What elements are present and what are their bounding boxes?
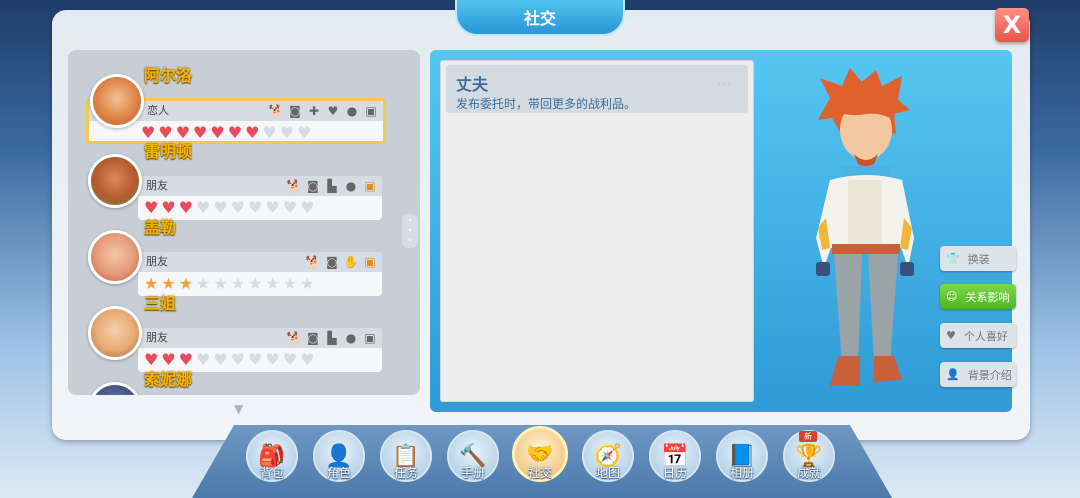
relation-label: 朋友 [146, 331, 168, 344]
nav-label: 日历 [662, 466, 687, 480]
panel-divider-handle[interactable]: · · · [402, 214, 418, 248]
heart-icon: ♥ [327, 104, 339, 118]
relationship-detail-panel: 丈夫 发布委托时，带回更多的战利品。 ··· [430, 50, 1012, 412]
nav-label: 手册 [460, 466, 485, 480]
friend-name: 盖勒 [144, 218, 177, 237]
nav-label: 地图 [595, 466, 620, 480]
smile-icon: ☺ [946, 290, 958, 303]
gift-icon: ▣ [365, 104, 377, 118]
dog-icon: 🐕 [305, 255, 321, 269]
relationship-header: 丈夫 发布委托时，带回更多的战利品。 ··· [446, 65, 748, 113]
friend-item-arlo[interactable]: 恋人 🐕 ◙ ✚ ♥ ● ▣ ♥ ♥ ♥ ♥ ♥ ♥ ♥ ♥ ♥ ♥ 阿尔洛 [68, 60, 420, 144]
friend-item-sanjie[interactable]: 朋友 🐕 ◙ ▙ ● ▣ ♥ ♥ ♥ ♥ ♥ ♥ ♥ ♥ ♥ ♥ 三姐 [68, 288, 420, 372]
relationship-card: 丈夫 发布委托时，带回更多的战利品。 ··· [440, 60, 754, 402]
friend-item-remington[interactable]: 朋友 🐕 ◙ ▙ ● ▣ ♥ ♥ ♥ ♥ ♥ ♥ ♥ ♥ ♥ ♥ 雷明顿 [68, 136, 420, 220]
camera-icon: ◙ [289, 104, 301, 118]
gift-icon: ▣ [364, 179, 376, 193]
preference-icons: 🐕 ◙ ✋ ▣ [305, 254, 378, 270]
friend-name: 阿尔洛 [144, 66, 193, 85]
gift-icon: ▣ [364, 331, 376, 345]
dog-icon: 🐕 [268, 104, 284, 118]
nav-label: 成就 [796, 466, 821, 480]
nav-label: 社交 [527, 466, 552, 480]
background-story-button[interactable]: 👤 背景介绍 [940, 362, 1016, 387]
close-button[interactable]: X [995, 8, 1029, 42]
friend-list[interactable]: 恋人 🐕 ◙ ✚ ♥ ● ▣ ♥ ♥ ♥ ♥ ♥ ♥ ♥ ♥ ♥ ♥ 阿尔洛 朋友 [68, 50, 420, 395]
chat-icon: ● [345, 331, 357, 345]
more-icon[interactable]: ··· [717, 75, 732, 94]
preference-icons: 🐕 ◙ ✚ ♥ ● ▣ [268, 103, 379, 119]
relationship-title: 丈夫 [456, 75, 489, 94]
relation-label: 朋友 [146, 179, 168, 192]
preference-icons: 🐕 ◙ ▙ ● ▣ [286, 330, 378, 346]
character-model [816, 68, 914, 386]
avatar [88, 382, 142, 395]
glove-icon: ✋ [343, 255, 359, 269]
gift-icon: ▣ [364, 255, 376, 269]
puzzle-icon: ✚ [308, 104, 320, 118]
avatar [88, 230, 142, 284]
friend-item-sonia[interactable]: 索妮娜 [68, 364, 420, 395]
person-icon: 👤 [946, 368, 960, 381]
camera-icon: ◙ [307, 331, 319, 345]
friend-name: 三姐 [144, 294, 177, 313]
avatar [88, 154, 142, 208]
nav-label: 相册 [729, 466, 754, 480]
shirt-icon: 👕 [946, 252, 960, 265]
relation-label: 朋友 [146, 255, 168, 268]
new-badge: 新 [799, 431, 817, 442]
chat-icon: ● [346, 104, 358, 118]
nav-label: 背包 [259, 466, 284, 480]
scroll-down-icon[interactable]: ▼ [234, 402, 243, 416]
boot-icon: ▙ [327, 331, 337, 345]
dog-icon: 🐕 [286, 331, 302, 345]
nav-label: 任务 [393, 466, 418, 480]
preference-icons: 🐕 ◙ ▙ ● ▣ [286, 178, 378, 194]
friend-name: 索妮娜 [144, 370, 193, 389]
avatar [88, 306, 142, 360]
friend-name: 雷明顿 [144, 142, 193, 161]
relationship-effect-button[interactable]: ☺ 关系影响 [940, 284, 1016, 309]
relationship-description: 发布委托时，带回更多的战利品。 [456, 97, 637, 111]
handshake-icon: 🤝 [526, 441, 554, 467]
relation-label: 恋人 [147, 104, 169, 117]
camera-icon: ◙ [326, 255, 338, 269]
camera-icon: ◙ [307, 179, 319, 193]
boot-icon: ▙ [327, 179, 337, 193]
preferences-button[interactable]: ♥ 个人喜好 [940, 323, 1016, 348]
nav-label: 角色 [326, 466, 351, 480]
window-title: 社交 [455, 0, 625, 36]
friend-item-gale[interactable]: 朋友 🐕 ◙ ✋ ▣ ★ ★ ★ ★ ★ ★ ★ ★ ★ ★ 盖勒 [68, 212, 420, 296]
heart-icon: ♥ [946, 329, 956, 342]
chat-icon: ● [345, 179, 357, 193]
dog-icon: 🐕 [286, 179, 302, 193]
avatar [90, 74, 144, 128]
outfit-button[interactable]: 👕 换装 [940, 246, 1016, 271]
